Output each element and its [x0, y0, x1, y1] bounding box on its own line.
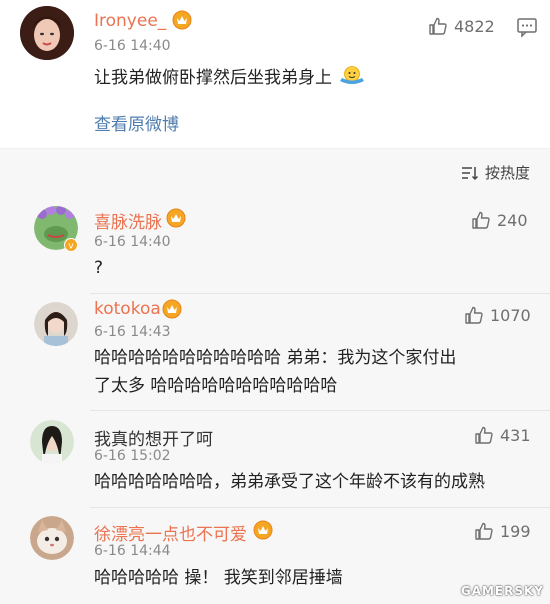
comment-text-line: 哈哈哈哈哈哈哈哈哈哈哈 弟弟：我为这个家付出 — [94, 348, 457, 368]
thumbs-up-icon — [475, 426, 493, 444]
sort-label: 按热度 — [484, 164, 530, 182]
svg-text:v: v — [68, 242, 74, 252]
comment-time: 6-16 14:40 — [94, 234, 171, 250]
comment-divider — [90, 410, 550, 411]
original-post: Ironyee_ 6-16 14:40 4822 让我弟做俯卧撑然后坐我弟身上 … — [0, 0, 550, 148]
thumbs-up-icon — [465, 306, 483, 324]
comment-divider — [90, 293, 550, 294]
comment-avatar[interactable] — [30, 420, 74, 464]
comment-username[interactable]: 徐漂亮一点也不可爱 — [94, 520, 247, 545]
sort-hot-button[interactable]: 按热度 — [461, 162, 530, 183]
comment-like-button[interactable]: 1070 — [464, 305, 531, 325]
comment-like-count: 431 — [500, 425, 531, 445]
post-like-button[interactable]: 4822 — [428, 16, 495, 36]
thumbs-up-icon — [475, 522, 493, 540]
comment-like-count: 1070 — [490, 305, 531, 325]
comment-like-count: 240 — [497, 210, 528, 230]
comment-icon[interactable] — [516, 16, 538, 38]
comment-divider — [90, 507, 550, 508]
comment-like-button[interactable]: 431 — [474, 425, 531, 445]
comment-username[interactable]: kotokoa — [94, 299, 161, 319]
comment-text: 哈哈哈哈哈哈哈，弟弟承受了这个年龄不该有的成熟 — [94, 472, 485, 492]
comment-text-line: 了太多 哈哈哈哈哈哈哈哈哈哈哈 — [94, 376, 338, 396]
comment-like-count: 199 — [500, 521, 531, 541]
view-original-link[interactable]: 查看原微博 — [94, 110, 179, 135]
avatar-image — [20, 6, 74, 60]
comment-avatar[interactable] — [30, 516, 74, 560]
vip-crown-icon — [172, 10, 192, 30]
post-like-count: 4822 — [454, 16, 495, 36]
post-time: 6-16 14:40 — [94, 38, 171, 54]
verified-badge-icon: v — [64, 238, 78, 252]
post-username[interactable]: Ironyee_ — [94, 11, 166, 31]
emoji-icon — [340, 66, 365, 84]
vip-crown-icon — [162, 299, 182, 319]
comment-time: 6-16 14:44 — [94, 543, 171, 559]
comment-time: 6-16 15:02 — [94, 448, 171, 464]
sort-icon — [461, 166, 479, 180]
comment-like-button[interactable]: 240 — [471, 210, 528, 230]
comment-time: 6-16 14:43 — [94, 324, 171, 340]
vip-crown-icon — [166, 208, 186, 228]
post-text: 让我弟做俯卧撑然后坐我弟身上 — [94, 64, 365, 92]
comment-like-button[interactable]: 199 — [474, 521, 531, 541]
sort-bar: 按热度 — [0, 148, 550, 194]
thumbs-up-icon — [429, 17, 447, 35]
comment-username[interactable]: 我真的想开了呵 — [94, 425, 213, 450]
thumbs-up-icon — [472, 211, 490, 229]
post-text-content: 让我弟做俯卧撑然后坐我弟身上 — [94, 68, 332, 88]
comment-text: ? — [94, 258, 104, 278]
comment-list: v 喜脉洗脉 6-16 14:40 240 ? kotokoa 6-16 14:… — [0, 194, 550, 604]
comment-text: 哈哈哈哈哈 操！ 我笑到邻居捶墙 — [94, 568, 343, 588]
comment-avatar[interactable] — [34, 302, 78, 346]
comment-username[interactable]: 喜脉洗脉 — [94, 208, 162, 233]
gamersky-watermark: GAMERSKY — [460, 584, 544, 598]
vip-crown-icon — [253, 520, 273, 540]
post-avatar[interactable] — [20, 6, 74, 60]
